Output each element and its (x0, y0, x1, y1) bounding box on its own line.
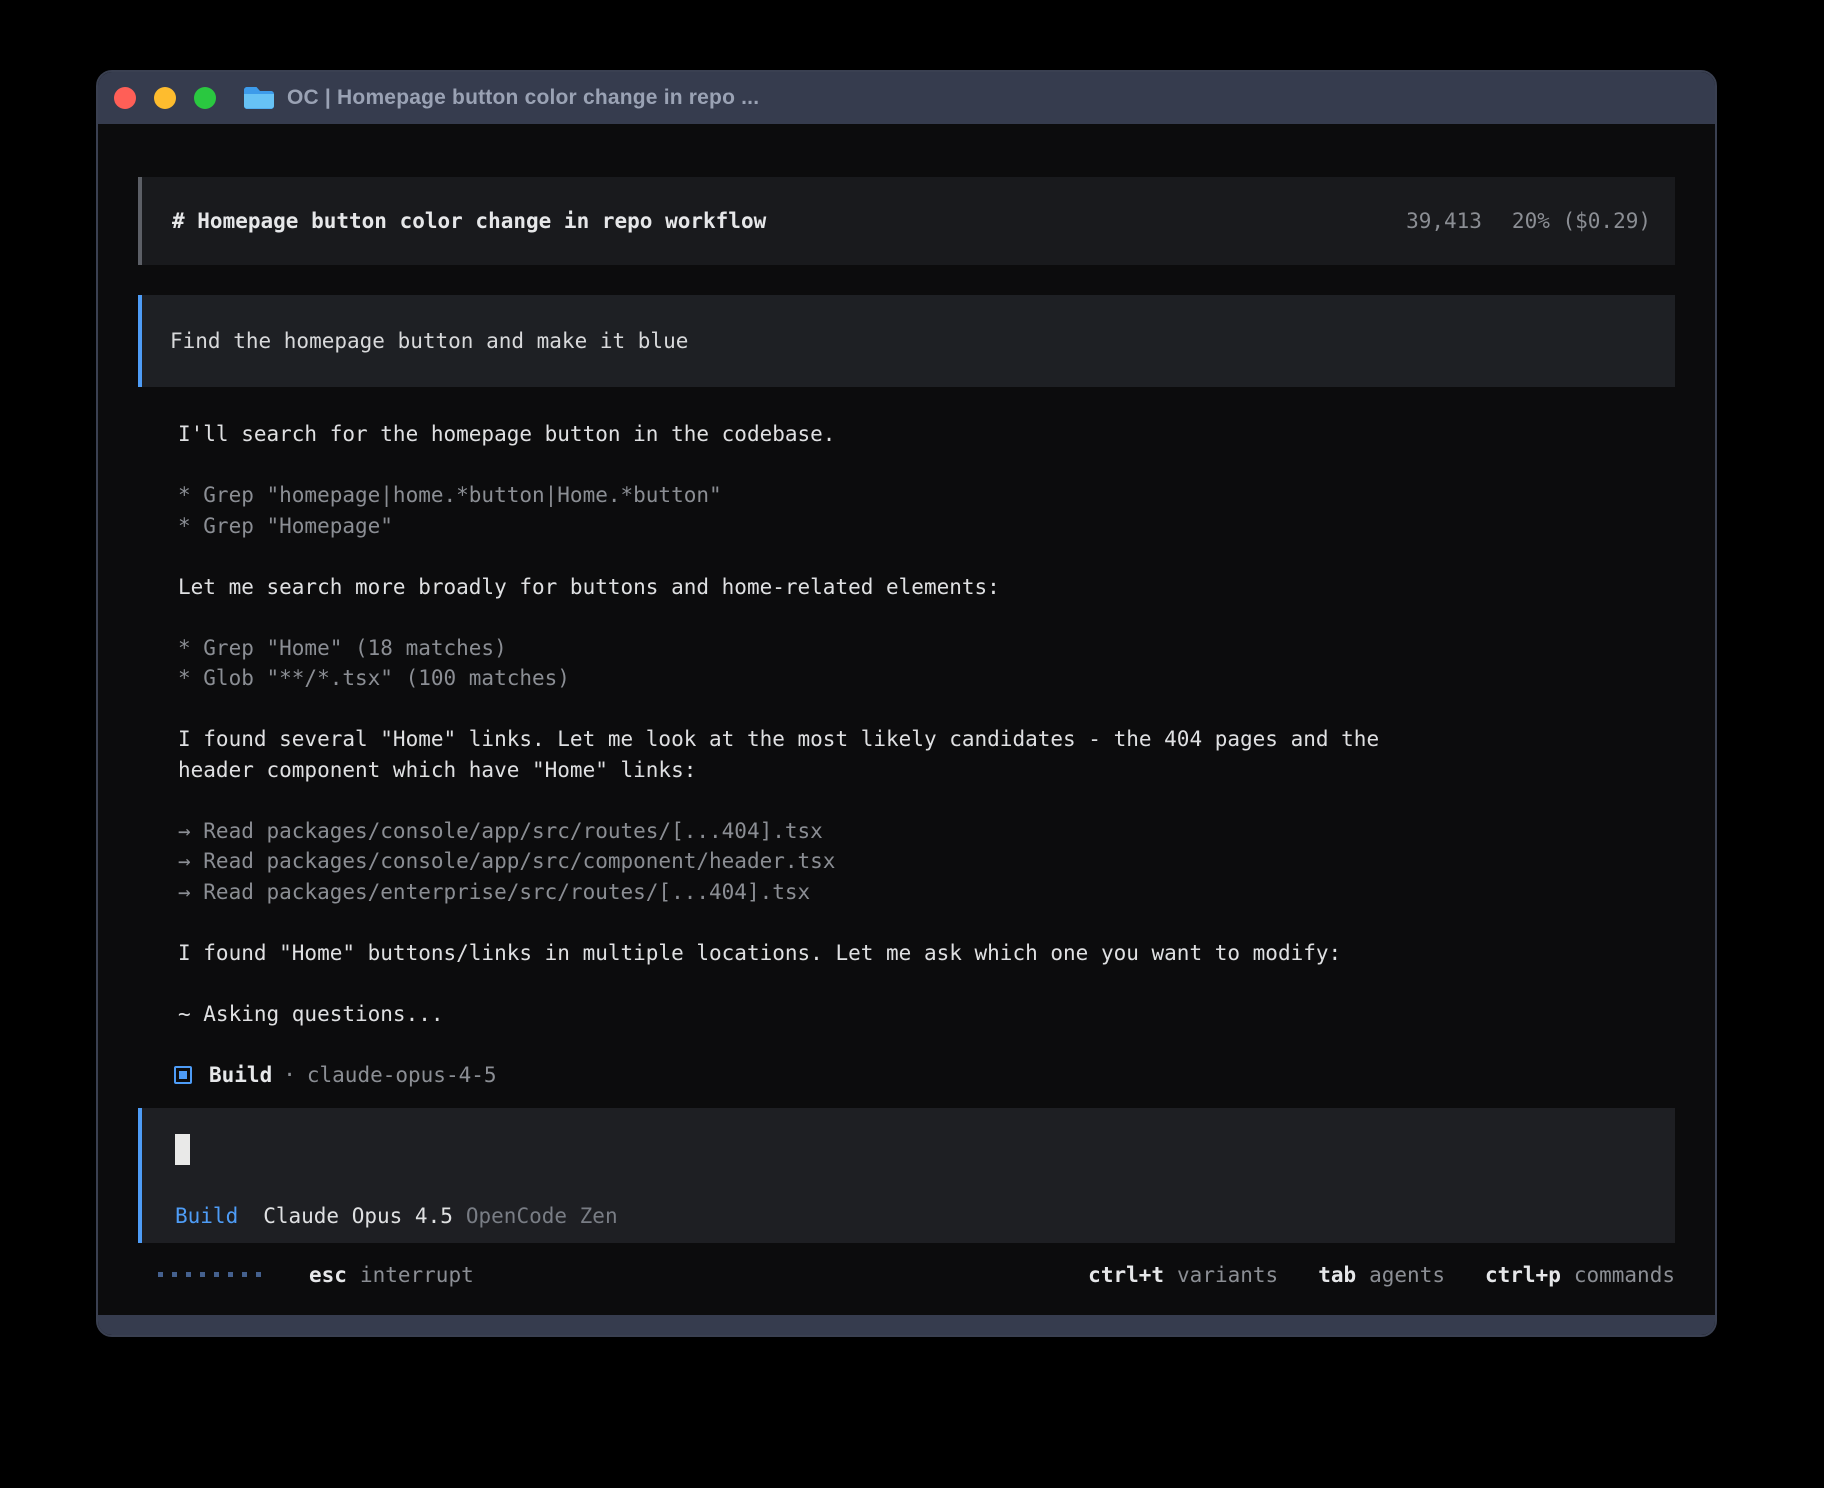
agent-build-icon (174, 1066, 192, 1084)
tool-call-line: * Grep "Homepage" (178, 511, 1675, 542)
prompt-input[interactable]: Build Claude Opus 4.5 OpenCode Zen (138, 1108, 1675, 1243)
assistant-text-line: Let me search more broadly for buttons a… (178, 572, 1675, 603)
assistant-text-line: I found several "Home" links. Let me loo… (178, 724, 1675, 755)
tool-call-line: * Grep "homepage|home.*button|Home.*butt… (178, 480, 1675, 511)
hint-key-esc: esc (309, 1263, 347, 1287)
tool-call-line: → Read packages/console/app/src/componen… (178, 846, 1675, 877)
spinner-dot (200, 1272, 205, 1277)
spinner-dot (228, 1272, 233, 1277)
assistant-text-line (178, 450, 1675, 481)
session-stats: 39,413 20% ($0.29) (1406, 209, 1651, 233)
window-bottom-strip (98, 1315, 1715, 1335)
spinner-dot (256, 1272, 261, 1277)
title-bar: OC | Homepage button color change in rep… (98, 72, 1715, 124)
window-title: OC | Homepage button color change in rep… (287, 86, 759, 110)
session-header: # Homepage button color change in repo w… (138, 177, 1675, 265)
status-model[interactable]: Claude Opus 4.5 (263, 1204, 453, 1228)
assistant-text-line (178, 968, 1675, 999)
hint-variants: ctrl+t variants (1088, 1263, 1278, 1287)
spinner-dot (172, 1272, 177, 1277)
traffic-lights (114, 87, 216, 109)
tool-call-line: → Read packages/enterprise/src/routes/[.… (178, 877, 1675, 908)
hint-interrupt: esc interrupt (309, 1263, 474, 1287)
assistant-text-line: header component which have "Home" links… (178, 755, 1675, 786)
folder-icon (242, 84, 276, 112)
hint-key-ctrl-p: ctrl+p (1485, 1263, 1561, 1287)
assistant-text-line (178, 785, 1675, 816)
spinner-dot (214, 1272, 219, 1277)
spinner-dot (158, 1272, 163, 1277)
agent-model: claude-opus-4-5 (307, 1063, 497, 1087)
zoom-button[interactable] (194, 87, 216, 109)
tool-call-line: * Grep "Home" (18 matches) (178, 633, 1675, 664)
spinner-dots (158, 1272, 261, 1277)
close-button[interactable] (114, 87, 136, 109)
hint-agents: tab agents (1318, 1263, 1445, 1287)
assistant-text-line (178, 541, 1675, 572)
session-title: # Homepage button color change in repo w… (172, 209, 766, 233)
spinner-dot (242, 1272, 247, 1277)
assistant-text-line (178, 907, 1675, 938)
tool-call-line: → Read packages/console/app/src/routes/[… (178, 816, 1675, 847)
agent-name: Build (209, 1063, 272, 1087)
status-agent[interactable]: Build (175, 1204, 238, 1228)
assistant-text-line: I'll search for the homepage button in t… (178, 419, 1675, 450)
token-count: 39,413 (1406, 209, 1482, 233)
footer-hints-bar: esc interrupt ctrl+t variants tab agents… (138, 1259, 1675, 1290)
hint-key-ctrl-t: ctrl+t (1088, 1263, 1164, 1287)
conversation: I'll search for the homepage button in t… (138, 419, 1675, 1029)
context-cost: 20% ($0.29) (1512, 209, 1651, 233)
user-message-block: Find the homepage button and make it blu… (138, 295, 1675, 387)
assistant-text-line: ~ Asking questions... (178, 999, 1675, 1030)
minimize-button[interactable] (154, 87, 176, 109)
agent-status-row: Build · claude-opus-4-5 (138, 1059, 1675, 1090)
assistant-text-line: I found "Home" buttons/links in multiple… (178, 938, 1675, 969)
assistant-text-line (178, 694, 1675, 725)
spinner-dot (186, 1272, 191, 1277)
terminal-content: # Homepage button color change in repo w… (98, 124, 1715, 1315)
user-message-text: Find the homepage button and make it blu… (170, 329, 688, 353)
footer-hints-right: ctrl+t variants tab agents ctrl+p comman… (1088, 1263, 1675, 1287)
agent-separator: · (283, 1063, 296, 1087)
terminal-window: OC | Homepage button color change in rep… (96, 70, 1717, 1337)
input-status-line: Build Claude Opus 4.5 OpenCode Zen (175, 1204, 1675, 1228)
text-cursor (175, 1134, 190, 1165)
tool-call-line: * Glob "**/*.tsx" (100 matches) (178, 663, 1675, 694)
assistant-text-line (178, 602, 1675, 633)
hint-commands: ctrl+p commands (1485, 1263, 1675, 1287)
status-provider: OpenCode Zen (466, 1204, 618, 1228)
hint-key-tab: tab (1318, 1263, 1356, 1287)
